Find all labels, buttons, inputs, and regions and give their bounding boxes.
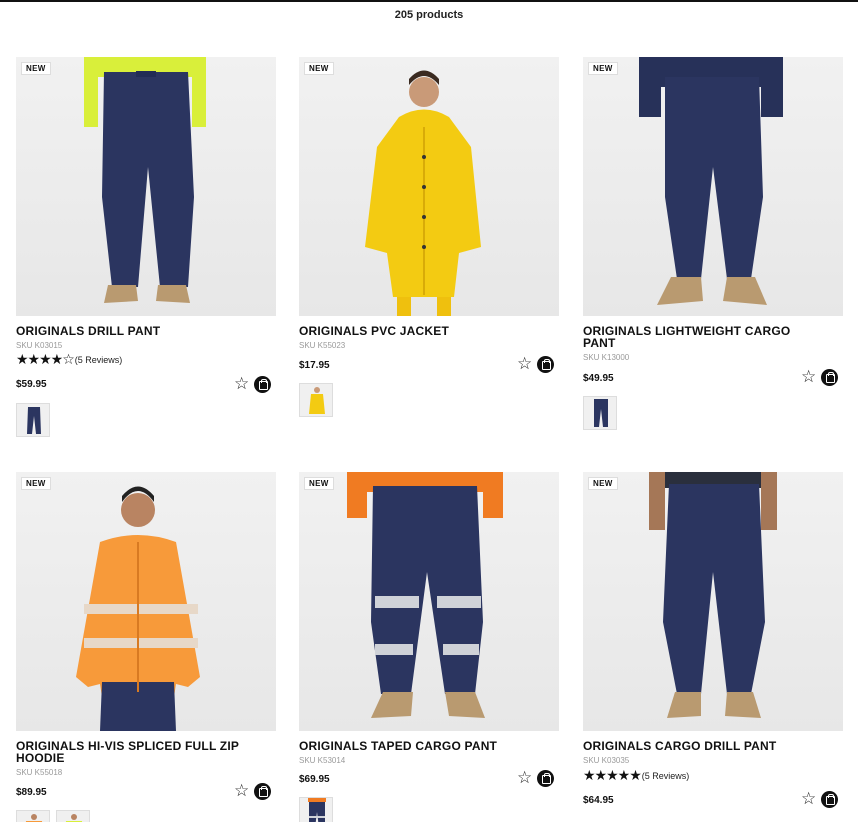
product-sku: SKU K55018 <box>16 768 63 777</box>
product-image[interactable] <box>583 472 843 731</box>
wishlist-star-icon[interactable]: ☆ <box>517 355 532 372</box>
review-count[interactable]: (5 Reviews) <box>75 355 123 365</box>
add-to-bag-icon[interactable] <box>821 369 838 386</box>
color-swatch-orange-navy[interactable] <box>16 810 50 822</box>
wishlist-star-icon[interactable]: ☆ <box>517 769 532 786</box>
product-title[interactable]: ORIGINALS PVC JACKET <box>299 325 539 337</box>
product-title[interactable]: ORIGINALS HI-VIS SPLICED FULL ZIP HOODIE <box>16 740 256 764</box>
product-sku: SKU K13000 <box>583 353 630 362</box>
product-sku: SKU K55023 <box>299 341 346 350</box>
product-title[interactable]: ORIGINALS CARGO DRILL PANT <box>583 740 823 752</box>
color-swatch-yellow-navy[interactable] <box>56 810 90 822</box>
product-price: $64.95 <box>583 795 614 806</box>
new-badge: NEW <box>304 62 334 75</box>
add-to-bag-icon[interactable] <box>537 770 554 787</box>
color-swatch-navy[interactable] <box>16 403 50 437</box>
product-image[interactable] <box>16 57 276 316</box>
product-rating[interactable]: ★★★★★ (5 Reviews) <box>583 767 689 784</box>
product-sku: SKU K03015 <box>16 341 63 350</box>
color-swatch-navy[interactable] <box>583 396 617 430</box>
product-title[interactable]: ORIGINALS TAPED CARGO PANT <box>299 740 539 752</box>
add-to-bag-icon[interactable] <box>537 356 554 373</box>
add-to-bag-icon[interactable] <box>821 791 838 808</box>
product-count: 205 products <box>394 9 464 21</box>
product-price: $59.95 <box>16 379 47 390</box>
product-price: $17.95 <box>299 360 330 371</box>
product-price: $49.95 <box>583 373 614 384</box>
top-border <box>0 0 858 2</box>
new-badge: NEW <box>21 62 51 75</box>
add-to-bag-icon[interactable] <box>254 783 271 800</box>
product-title[interactable]: ORIGINALS LIGHTWEIGHT CARGO PANT <box>583 325 823 349</box>
product-image[interactable] <box>299 472 559 731</box>
color-swatch-yellow[interactable] <box>299 383 333 417</box>
wishlist-star-icon[interactable]: ☆ <box>801 790 816 807</box>
product-sku: SKU K03035 <box>583 756 630 765</box>
product-price: $89.95 <box>16 787 47 798</box>
wishlist-star-icon[interactable]: ☆ <box>234 782 249 799</box>
product-price: $69.95 <box>299 774 330 785</box>
product-image[interactable] <box>299 57 559 316</box>
rating-stars-icon: ★★★★★ <box>583 767 642 783</box>
product-image[interactable] <box>16 472 276 731</box>
new-badge: NEW <box>588 477 618 490</box>
color-swatch-navy[interactable] <box>299 797 333 822</box>
rating-stars-icon: ★★★★☆ <box>16 351 75 367</box>
wishlist-star-icon[interactable]: ☆ <box>234 375 249 392</box>
review-count[interactable]: (5 Reviews) <box>642 771 690 781</box>
new-badge: NEW <box>588 62 618 75</box>
product-image[interactable] <box>583 57 843 316</box>
new-badge: NEW <box>304 477 334 490</box>
wishlist-star-icon[interactable]: ☆ <box>801 368 816 385</box>
product-sku: SKU K53014 <box>299 756 346 765</box>
product-title[interactable]: ORIGINALS DRILL PANT <box>16 325 256 337</box>
add-to-bag-icon[interactable] <box>254 376 271 393</box>
new-badge: NEW <box>21 477 51 490</box>
product-rating[interactable]: ★★★★☆ (5 Reviews) <box>16 351 122 368</box>
